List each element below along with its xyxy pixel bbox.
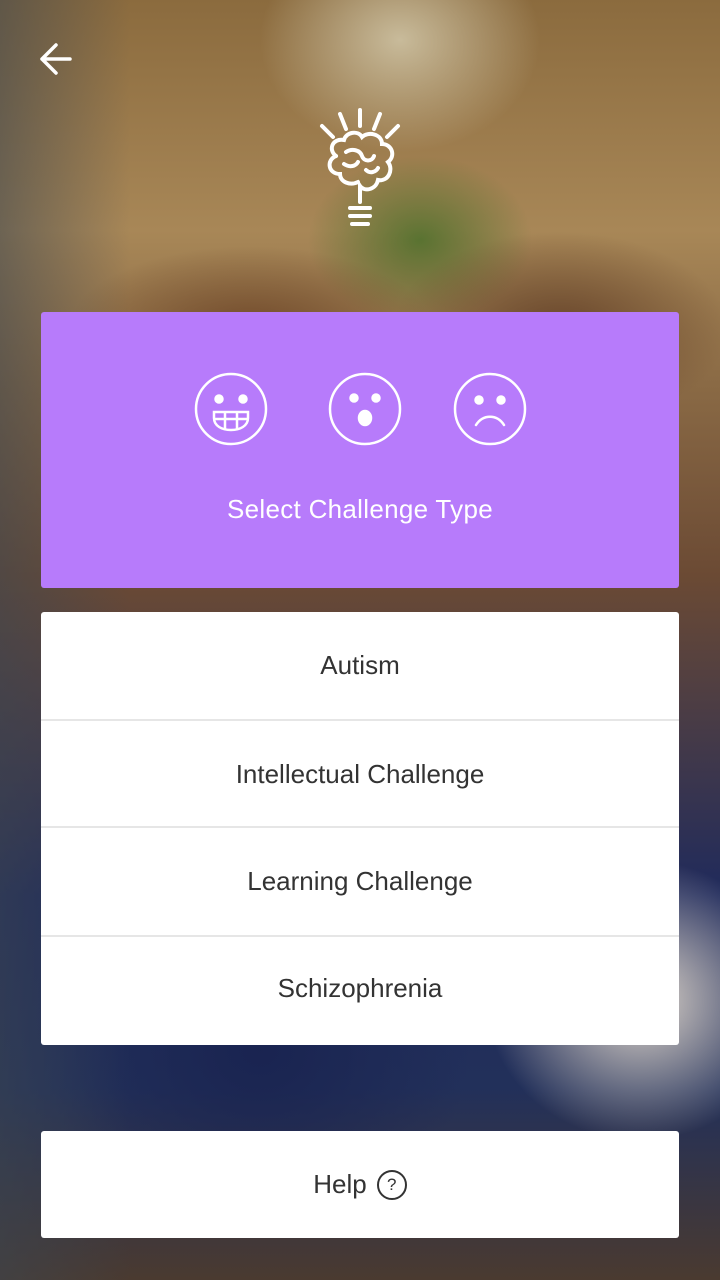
help-label: Help [313,1169,367,1199]
list-item-learning-challenge[interactable]: Learning Challenge [41,828,679,935]
arrow-left-icon [40,43,72,75]
grinning-face-button[interactable] [194,372,268,446]
grinning-face-icon [194,372,268,446]
sad-face-button[interactable] [453,372,527,446]
help-button[interactable]: Help ? [41,1131,679,1238]
surprised-face-button[interactable] [328,372,402,446]
list-item-autism[interactable]: Autism [41,612,679,719]
app-logo [306,104,414,234]
challenge-list: Autism Intellectual Challenge Learning C… [41,612,679,1045]
list-item-schizophrenia[interactable]: Schizophrenia [41,937,679,1039]
sad-face-icon [453,372,527,446]
lightbulb-brain-icon [320,108,400,226]
surprised-face-icon [328,372,402,446]
challenge-type-card: Select Challenge Type [41,312,679,588]
list-item-intellectual-challenge[interactable]: Intellectual Challenge [41,721,679,827]
card-title: Select Challenge Type [227,494,493,524]
question-circle-icon: ? [376,1169,407,1200]
back-button[interactable] [36,38,78,80]
